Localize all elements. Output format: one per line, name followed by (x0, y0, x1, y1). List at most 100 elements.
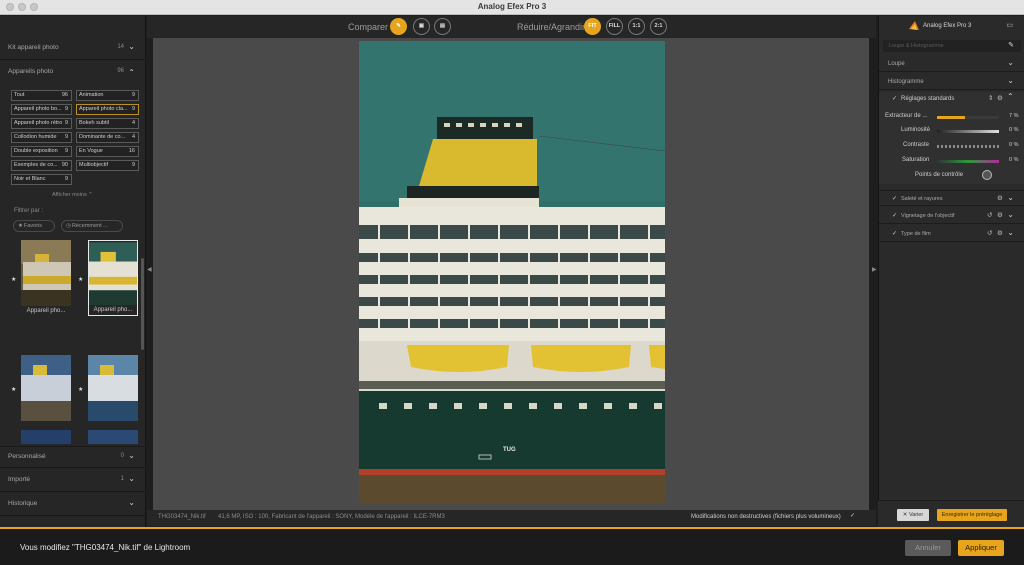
enable-checkbox[interactable]: ✓ (892, 230, 897, 237)
updown-icon[interactable]: ⇕ (988, 94, 993, 102)
category-subtle-bokeh[interactable]: Bokeh subtil 4 (76, 118, 139, 129)
compare-side-by-side-button[interactable]: ▣ (413, 18, 430, 35)
zoom-fit-button[interactable]: FIT (584, 18, 601, 35)
brightness-slider[interactable] (937, 130, 999, 133)
check-icon[interactable]: ✓ (850, 512, 855, 519)
kit-label: Kit appareil photo (8, 44, 59, 51)
thumbnail-caption: Appareil pho... (21, 306, 71, 316)
thumbnail-image (21, 240, 71, 306)
gear-icon[interactable]: ⚙ (997, 229, 1003, 237)
reset-icon[interactable]: ↺ (987, 229, 992, 237)
cancel-button[interactable]: Annuler (905, 540, 951, 556)
shuffle-icon: ✕ (902, 512, 908, 518)
slider-fill (937, 116, 965, 119)
save-preset-button[interactable]: Enregistrer le prérèglage (937, 509, 1007, 521)
apply-button[interactable]: Appliquer (958, 540, 1004, 556)
enable-checkbox[interactable]: ✓ (892, 212, 897, 219)
thumbnails-scrollbar[interactable] (141, 258, 144, 350)
chevron-down-icon[interactable]: ⌄ (1007, 228, 1014, 237)
compare-split-button[interactable]: ✎ (390, 18, 407, 35)
chevron-down-icon[interactable]: ⌄ (1007, 193, 1014, 202)
chevron-down-icon[interactable]: ⌄ (128, 42, 135, 51)
panel-search-input[interactable]: Loupe & Histogramme (883, 40, 1021, 52)
collapse-left-panel-icon[interactable]: ◀ (147, 266, 152, 273)
enable-checkbox[interactable]: ✓ (892, 95, 897, 102)
category-examples[interactable]: Exemples de co... 90 (11, 160, 72, 171)
hull-text: TUG (503, 447, 516, 453)
compare-label: Comparer (348, 22, 389, 32)
show-less-link[interactable]: Afficher moins ⌃ (52, 192, 93, 198)
kit-section-header[interactable]: Kit appareil photo 14 ⌄ (0, 38, 146, 60)
film-type-section[interactable]: ✓ Type de film ↺ ⚙ ⌄ (879, 226, 1024, 242)
chevron-down-icon[interactable]: ⌄ (1007, 210, 1014, 219)
category-all[interactable]: Tout 96 (11, 90, 72, 101)
preset-thumbnail[interactable]: Appareil pho... (21, 240, 71, 316)
reset-icon[interactable]: ↺ (987, 211, 992, 219)
chevron-down-icon[interactable]: ⌄ (1007, 58, 1014, 67)
contrast-slider[interactable] (937, 145, 999, 148)
slider-label-contrast: Contraste (903, 142, 930, 148)
history-section-header[interactable]: Historique ⌄ (0, 494, 146, 516)
preset-thumbnail[interactable] (21, 350, 71, 426)
category-black-white[interactable]: Noir et Blanc 9 (11, 174, 72, 185)
chevron-down-icon[interactable]: ⌄ (128, 451, 135, 460)
category-wet-plate[interactable]: Collodion humide 9 (11, 132, 72, 143)
preview-photo[interactable]: TUG (359, 41, 665, 503)
zoom-1-1-button[interactable]: 1:1 (628, 18, 645, 35)
category-multilens[interactable]: Multiobjectif 9 (76, 160, 139, 171)
chat-icon[interactable]: ▭ (1006, 21, 1013, 29)
chevron-down-icon[interactable]: ⌄ (128, 498, 135, 507)
category-box-camera[interactable]: Appareil photo bo... 9 (11, 104, 72, 115)
slider-label-extractor: Extracteur de ... (885, 113, 928, 119)
zoom-fill-button[interactable]: FILL (606, 18, 623, 35)
category-double-exposure[interactable]: Double exposition 9 (11, 146, 72, 157)
bottom-bar: Vous modifiez "THG03474_Nik.tif" de Ligh… (0, 527, 1024, 565)
star-icon[interactable]: ★ (11, 386, 16, 393)
saturation-slider[interactable] (937, 160, 999, 163)
preset-thumbnail-selected[interactable]: Appareil pho... (88, 240, 138, 316)
dust-scratches-section[interactable]: ✓ Saleté et rayures ⚙ ⌄ (879, 190, 1024, 206)
kit-count: 14 (117, 44, 124, 50)
gear-icon[interactable]: ⚙ (997, 94, 1003, 102)
category-color-cast[interactable]: Dominante de co... 4 (76, 132, 139, 143)
chevron-up-icon[interactable]: ⌃ (1007, 92, 1014, 101)
star-icon[interactable]: ★ (11, 276, 16, 283)
star-icon[interactable]: ★ (78, 276, 83, 283)
filter-recent-pill[interactable]: ◷ Récemment ... (61, 220, 123, 232)
thumbnail-image (89, 242, 137, 306)
category-animation[interactable]: Animation 9 (76, 90, 139, 101)
extractor-slider[interactable] (937, 116, 999, 119)
adjustments-panel: Analog Efex Pro 3 ▭ Loupe & Histogramme … (878, 16, 1024, 527)
chevron-up-icon[interactable]: ⌃ (128, 68, 135, 77)
compare-original-button[interactable]: ▤ (434, 18, 451, 35)
enable-checkbox[interactable]: ✓ (892, 195, 897, 202)
chevron-down-icon[interactable]: ⌄ (1007, 76, 1014, 85)
pin-icon[interactable]: ✎ (1008, 41, 1014, 49)
gear-icon[interactable]: ⚙ (997, 211, 1003, 219)
filter-label: Filtrer par : (14, 208, 44, 214)
preset-thumbnail[interactable] (21, 430, 71, 444)
collapse-right-panel-icon[interactable]: ▶ (872, 266, 877, 273)
histogram-section[interactable]: Histogramme ⌄ (879, 74, 1024, 90)
custom-section-header[interactable]: Personnalisé 0 ⌄ (0, 446, 146, 468)
filter-favorites-pill[interactable]: ★ Favoris (13, 220, 55, 232)
slider-label-brightness: Luminosité (901, 127, 931, 133)
status-bar: THG03474_Nik.tif 41,6 MP, ISO : 100, Fab… (147, 510, 876, 526)
category-classic-camera[interactable]: Appareil photo cla... 9 (76, 104, 139, 115)
cameras-section-header[interactable]: Appareils photo 96 ⌃ (0, 62, 146, 84)
category-vintage-camera[interactable]: Appareil photo rétro 9 (11, 118, 72, 129)
star-icon[interactable]: ★ (78, 386, 83, 393)
vary-button[interactable]: ✕ Varier (897, 509, 929, 521)
lens-vignette-section[interactable]: ✓ Vignetage de l'objectif ↺ ⚙ ⌄ (879, 208, 1024, 224)
zoom-2-1-button[interactable]: 2:1 (650, 18, 667, 35)
cameras-count: 96 (117, 68, 124, 74)
preset-thumbnail[interactable] (88, 430, 138, 444)
chevron-down-icon[interactable]: ⌄ (128, 474, 135, 483)
preset-thumbnail[interactable] (88, 350, 138, 426)
add-control-point-button[interactable] (982, 170, 992, 180)
loupe-section[interactable]: Loupe ⌄ (879, 56, 1024, 72)
thumbnail-caption: Appareil pho... (89, 305, 137, 315)
imported-section-header[interactable]: Importé 1 ⌄ (0, 470, 146, 492)
category-vogue[interactable]: En Vogue 16 (76, 146, 139, 157)
gear-icon[interactable]: ⚙ (997, 194, 1003, 202)
